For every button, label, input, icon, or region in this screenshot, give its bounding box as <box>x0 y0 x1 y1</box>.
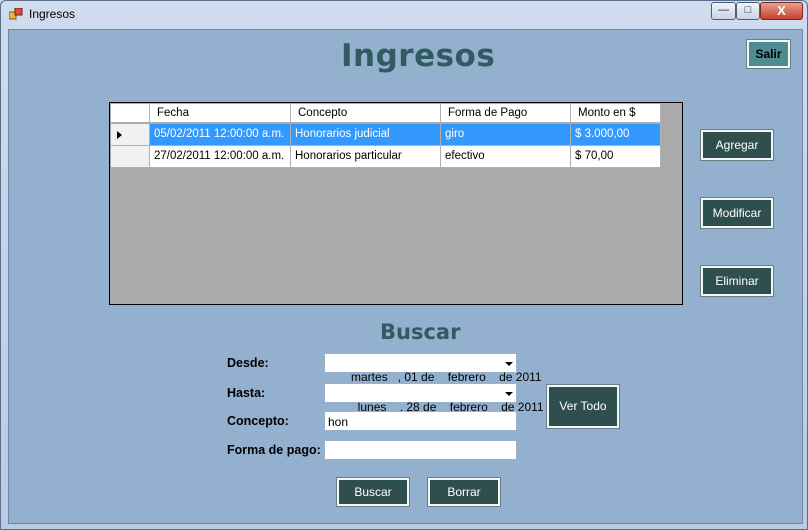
concepto-label: Concepto: <box>227 414 289 428</box>
chevron-down-icon[interactable] <box>505 362 513 366</box>
column-header-concepto[interactable]: Concepto <box>291 104 441 123</box>
desde-date-picker[interactable]: martes , 01 de febrero de 2011 <box>324 353 542 384</box>
desde-label: Desde: <box>227 356 269 370</box>
form-client-area: Ingresos Salir Fecha Concepto Forma de P… <box>8 29 803 524</box>
hasta-date-picker[interactable]: lunes , 28 de febrero de 2011 <box>324 383 544 414</box>
cell-monto[interactable]: $ 3.000,00 <box>571 124 661 146</box>
eliminar-button[interactable]: Eliminar <box>700 265 774 297</box>
concepto-input[interactable]: hon <box>324 411 517 431</box>
desde-date-value: martes , 01 de febrero de 2011 <box>351 370 542 384</box>
page-title: Ingresos <box>341 38 496 74</box>
cell-concepto[interactable]: Honorarios particular <box>291 146 441 168</box>
grid-corner-header <box>111 104 150 123</box>
cell-fecha[interactable]: 27/02/2011 12:00:00 a.m. <box>150 146 291 168</box>
cell-forma-pago[interactable]: giro <box>441 124 571 146</box>
main-window: Ingresos — □ X Ingresos Salir Fecha Conc… <box>0 0 808 530</box>
close-button[interactable]: X <box>760 2 803 20</box>
column-header-monto[interactable]: Monto en $ <box>571 104 661 123</box>
search-section-title: Buscar <box>380 320 461 344</box>
ingresos-grid[interactable]: Fecha Concepto Forma de Pago Monto en $ … <box>109 102 683 305</box>
cell-monto[interactable]: $ 70,00 <box>571 146 661 168</box>
title-bar[interactable]: Ingresos — □ X <box>1 1 807 28</box>
app-icon <box>9 8 23 20</box>
cell-forma-pago[interactable]: efectivo <box>441 146 571 168</box>
minimize-button[interactable]: — <box>711 2 736 20</box>
cell-concepto[interactable]: Honorarios judicial <box>291 124 441 146</box>
buscar-button[interactable]: Buscar <box>336 477 410 507</box>
hasta-label: Hasta: <box>227 386 266 400</box>
forma-pago-input[interactable] <box>324 440 517 460</box>
forma-pago-label: Forma de pago: <box>227 443 321 457</box>
modificar-button[interactable]: Modificar <box>700 197 774 229</box>
column-header-fecha[interactable]: Fecha <box>150 104 291 123</box>
borrar-button[interactable]: Borrar <box>427 477 501 507</box>
chevron-down-icon[interactable] <box>505 392 513 396</box>
window-title: Ingresos <box>29 7 76 21</box>
row-header[interactable] <box>111 124 150 146</box>
grid-header: Fecha Concepto Forma de Pago Monto en $ <box>111 104 661 123</box>
table-row[interactable]: 05/02/2011 12:00:00 a.m. Honorarios judi… <box>111 124 661 146</box>
column-header-forma-pago[interactable]: Forma de Pago <box>441 104 571 123</box>
row-header[interactable] <box>111 146 150 168</box>
ver-todo-button[interactable]: Ver Todo <box>546 384 620 429</box>
cell-fecha[interactable]: 05/02/2011 12:00:00 a.m. <box>150 124 291 146</box>
table-row[interactable]: 27/02/2011 12:00:00 a.m. Honorarios part… <box>111 146 661 168</box>
current-row-arrow-icon <box>117 131 122 139</box>
salir-button[interactable]: Salir <box>746 39 791 69</box>
agregar-button[interactable]: Agregar <box>700 129 774 161</box>
maximize-button[interactable]: □ <box>736 2 760 20</box>
